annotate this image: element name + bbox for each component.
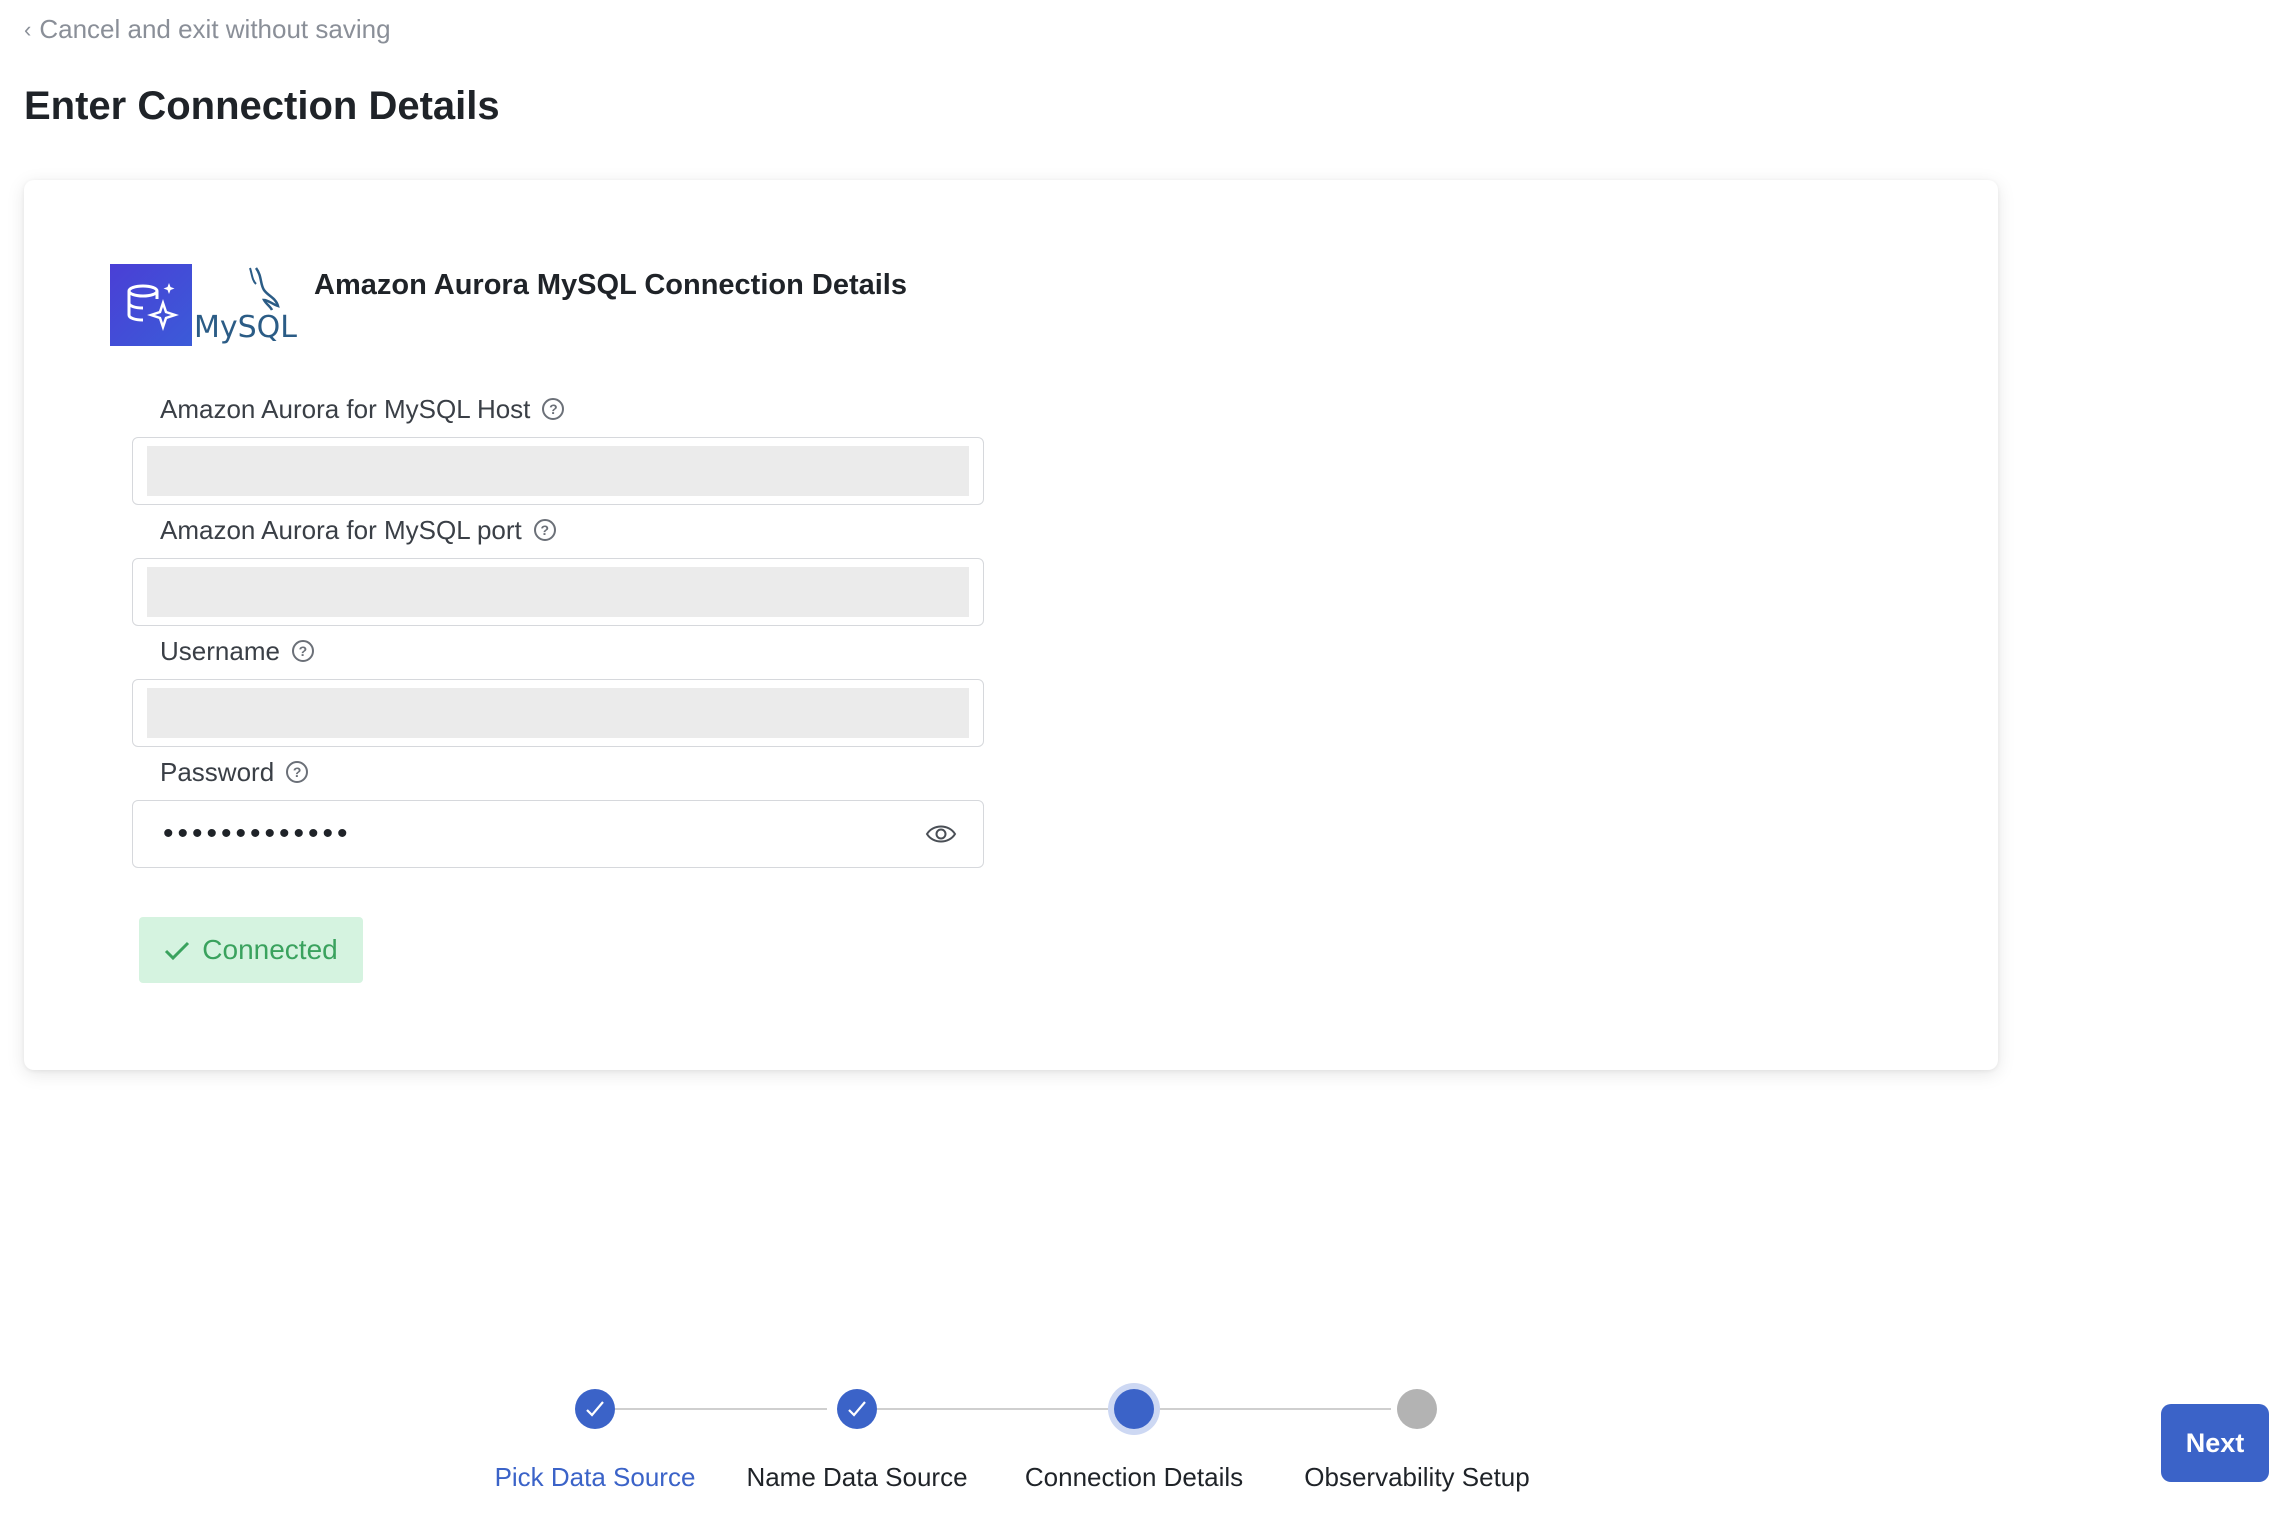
host-label-row: Amazon Aurora for MySQL Host ? [160,391,984,427]
port-input[interactable] [147,567,969,617]
step-connector [877,1408,1110,1410]
step-label-name-data-source[interactable]: Name Data Source [746,1462,967,1493]
chevron-left-icon: ‹ [24,16,32,42]
password-input[interactable]: ••••••••••••• [132,800,984,868]
connected-status-badge: Connected [139,917,363,983]
question-circle-icon[interactable]: ? [533,519,556,541]
host-input[interactable] [147,446,969,496]
port-label-row: Amazon Aurora for MySQL port ? [160,512,984,548]
port-label: Amazon Aurora for MySQL port [160,514,522,545]
step-connector [1154,1408,1391,1410]
username-label-row: Username ? [160,633,984,669]
step-label-pick-data-source[interactable]: Pick Data Source [495,1462,696,1493]
step-dot-observability-setup[interactable] [1397,1389,1437,1429]
step-label-connection-details[interactable]: Connection Details [1025,1462,1243,1493]
aurora-logo-icon [110,264,192,346]
port-input-box [132,558,984,626]
question-circle-icon[interactable]: ? [291,640,314,662]
username-label: Username [160,635,280,666]
status-label: Connected [202,934,338,965]
step-dot-name-data-source[interactable] [837,1389,877,1429]
username-input-box [132,679,984,747]
question-circle-icon[interactable]: ? [286,761,309,783]
card-header: MySQL Amazon Aurora MySQL Connection Det… [110,264,907,346]
host-field: Amazon Aurora for MySQL Host ? [132,391,984,505]
page-title: Enter Connection Details [24,84,500,128]
cancel-exit-label: Cancel and exit without saving [39,14,391,44]
next-button[interactable]: Next [2161,1404,2269,1482]
mysql-logo-text: MySQL [194,310,298,345]
password-field: Password ? ••••••••••••• [132,754,984,868]
step-dot-pick-data-source[interactable] [575,1389,615,1429]
password-value: ••••••••••••• [163,817,352,850]
host-label: Amazon Aurora for MySQL Host [160,393,531,424]
check-icon [848,1401,866,1417]
mysql-logo-icon: MySQL [194,264,298,346]
step-dot-connection-details[interactable] [1114,1389,1154,1429]
page: ‹ Cancel and exit without saving Enter C… [0,0,2290,1524]
eye-icon[interactable] [925,821,957,847]
check-icon [165,941,190,961]
password-label: Password [160,756,275,787]
card-title: Amazon Aurora MySQL Connection Details [314,268,907,301]
step-label-observability-setup[interactable]: Observability Setup [1304,1462,1529,1493]
cancel-exit-link[interactable]: ‹ Cancel and exit without saving [24,14,391,45]
password-label-row: Password ? [160,754,984,790]
username-field: Username ? [132,633,984,747]
username-input[interactable] [147,688,969,738]
port-field: Amazon Aurora for MySQL port ? [132,512,984,626]
check-icon [586,1401,604,1417]
question-circle-icon[interactable]: ? [542,398,565,420]
host-input-box [132,437,984,505]
step-connector [615,1408,827,1410]
connection-card: MySQL Amazon Aurora MySQL Connection Det… [24,180,1998,1070]
